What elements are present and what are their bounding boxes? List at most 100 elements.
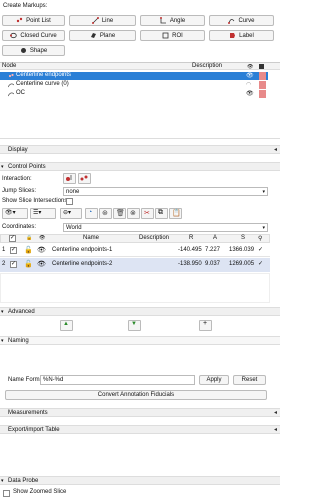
roi-button[interactable]: ROI [140,30,205,41]
plane-button[interactable]: Plane [69,30,136,41]
paste-icon: 📋 [172,210,181,217]
lock-header-icon: 🔒 [26,235,33,241]
checkmark-icon: ✓ [258,261,264,267]
line-button[interactable]: Line [69,15,136,26]
export-import-section-header[interactable]: Export/import Table ◂ [0,425,280,434]
advanced-section-header[interactable]: ▾ Advanced [0,307,280,316]
show-zoomed-slice-checkbox[interactable] [3,490,10,497]
tree-row-oc[interactable]: OC 👁 [0,90,268,98]
node-color-swatch[interactable] [259,72,266,80]
place-point-icon [66,175,72,181]
point-list-button[interactable]: Point List [2,15,65,26]
node-column-header: Node [2,63,17,69]
node-color-swatch[interactable] [259,90,266,98]
row-select-checkbox[interactable] [10,260,17,268]
plane-icon [90,32,97,39]
lock-toggle-dropdown[interactable]: ⊖▾ [60,208,82,219]
closed-curve-icon [10,32,18,39]
collapse-arrow-icon: ▾ [1,164,4,170]
control-points-table-header: 🔒 👁 Name Description R A S ⚲ [0,234,270,243]
visibility-header-icon: 👁 [247,64,254,70]
line-icon [91,17,99,24]
convert-annotation-fiducials-button[interactable]: Convert Annotation Fiducials [5,390,267,400]
delete-button[interactable]: 🗑 [113,208,126,219]
collapse-arrow-icon: ▾ [1,309,4,315]
label-button[interactable]: Label [209,30,274,41]
expand-arrow-icon: ◂ [273,147,277,153]
shape-icon [20,47,27,54]
jump-slices-label: Jump Slices: [2,188,37,194]
naming-section-header[interactable]: ▾ Naming [0,336,280,345]
arrow-up-icon: ▲ [63,321,69,327]
show-zoomed-slice-label: Show Zoomed Slice [13,489,67,495]
reset-button[interactable]: Reset [233,375,266,385]
curve-node-icon [7,91,15,97]
curve-node-icon [7,82,15,88]
cut-button[interactable]: ✂ [141,208,154,219]
snap-icon: ◔ [88,209,93,216]
visibility-toggle-dropdown[interactable]: 👁▾ [2,208,28,219]
table-row[interactable]: 1 🔓 👁 Centerline endpoints-1 -140.495 7.… [0,244,270,257]
coordinates-label: Coordinates: [2,224,37,230]
roi-icon [162,32,169,39]
trash-icon: 🗑 [116,210,125,217]
visibility-eye-icon[interactable]: 👁 [246,72,254,79]
apply-button[interactable]: Apply [199,375,229,385]
show-intersections-checkbox[interactable] [66,198,73,205]
paste-button[interactable]: 📋 [169,208,182,219]
jump-slices-dropdown[interactable]: none ▾ [63,187,268,196]
chevron-down-icon: ▾ [262,189,265,195]
color-header-icon [259,64,264,69]
tree-row-centerline-curve[interactable]: Centerline curve (0) ◠ [0,81,268,89]
visibility-eye-closed-icon[interactable]: ◠ [246,81,251,88]
delete-all-button[interactable]: ⊗ [127,208,140,219]
lock-icon[interactable]: 🔓 [24,246,33,254]
arrow-down-icon: ▼ [131,321,137,327]
point-list-node-icon [8,73,14,79]
place-multiple-button[interactable] [78,173,91,184]
curve-button[interactable]: Curve [209,15,274,26]
plus-icon: + [203,320,208,327]
chevron-down-icon: ▾ [262,225,265,231]
label-icon [229,32,236,39]
eye-header-icon: 👁 [39,235,46,241]
curve-icon [228,17,235,24]
tree-header: Node Description 👁 [0,62,280,70]
select-all-checkbox[interactable] [9,234,16,242]
copy-button[interactable]: ⧉ [155,208,168,219]
lock-icon: ⊖▾ [63,210,72,216]
lock-icon[interactable]: 🔓 [24,260,33,268]
data-probe-section-header[interactable]: ▾ Data Probe [0,476,280,485]
eye-icon[interactable]: 👁 [37,246,46,254]
move-down-button[interactable]: ▼ [128,320,141,331]
shape-button[interactable]: Shape [2,45,65,56]
closed-curve-button[interactable]: Closed Curve [2,30,65,41]
visibility-eye-icon[interactable]: 👁 [246,90,254,97]
place-point-button[interactable] [63,173,76,184]
snap-button[interactable]: ◔ [85,208,98,219]
eye-icon: 👁▾ [5,210,16,216]
angle-button[interactable]: Angle [140,15,205,26]
move-up-button[interactable]: ▲ [60,320,73,331]
interaction-label: Interaction: [2,176,32,182]
measurements-section-header[interactable]: Measurements ◂ [0,408,280,417]
create-markups-label: Create Markups: [3,3,48,9]
display-section-header[interactable]: Display ◂ [0,145,280,154]
name-format-input[interactable]: %N-%d [40,375,195,385]
tree-row-centerline-endpoints[interactable]: Centerline endpoints 👁 [0,72,268,80]
eye-icon[interactable]: 👁 [37,260,46,268]
table-empty-area [0,273,270,303]
select-icon: ☰▾ [33,210,42,216]
description-column-header: Description [192,63,223,69]
collapse-arrow-icon: ▾ [1,478,4,484]
collapse-arrow-icon: ▾ [1,338,4,344]
position-status-icon: ⚲ [258,236,263,242]
row-select-checkbox[interactable] [10,246,17,254]
node-color-swatch[interactable] [259,81,266,89]
coordinates-dropdown[interactable]: World ▾ [63,223,268,232]
table-row[interactable]: 2 🔓 👁 Centerline endpoints-2 -138.950 9.… [0,258,270,272]
control-points-section-header[interactable]: ▾ Control Points [0,162,280,171]
add-point-button[interactable]: + [199,320,212,331]
selection-toggle-dropdown[interactable]: ☰▾ [30,208,56,219]
move-up-button[interactable]: ⊛ [99,208,112,219]
